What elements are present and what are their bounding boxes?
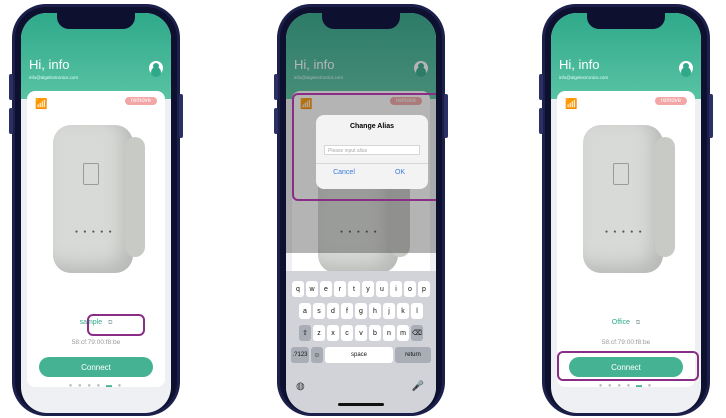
phone-3: Hi, info info@algelectronics.com 📶 remov… xyxy=(539,4,713,416)
user-email: info@algelectronics.com xyxy=(29,75,79,80)
highlight-dialog xyxy=(292,93,436,201)
phone-3-screen: Hi, info info@algelectronics.com 📶 remov… xyxy=(551,13,701,413)
connect-button[interactable]: Connect xyxy=(39,357,153,377)
page-indicator: ● ● ● ● ▬ ● xyxy=(68,383,124,389)
key-e[interactable]: e xyxy=(320,281,332,297)
user-account-icon[interactable] xyxy=(149,61,163,75)
device-alias[interactable]: Office ⧉ xyxy=(557,319,695,327)
charger-image: ● ● ● ● ● xyxy=(53,125,145,273)
device-mac: 58:cf:79:00:f8:be xyxy=(71,339,121,346)
key-c[interactable]: c xyxy=(341,325,353,341)
key-t[interactable]: t xyxy=(348,281,360,297)
globe-icon[interactable]: ◍ xyxy=(296,381,305,392)
user-email: info@algelectronics.com xyxy=(559,75,609,80)
key-q[interactable]: q xyxy=(292,281,304,297)
key-b[interactable]: b xyxy=(369,325,381,341)
key-p[interactable]: p xyxy=(418,281,430,297)
key-z[interactable]: z xyxy=(313,325,325,341)
charger-image: ● ● ● ● ● xyxy=(583,125,675,273)
key-j[interactable]: j xyxy=(383,303,395,319)
key-v[interactable]: v xyxy=(355,325,367,341)
key-o[interactable]: o xyxy=(404,281,416,297)
emoji-key[interactable]: ☺ xyxy=(311,347,323,363)
key-m[interactable]: m xyxy=(397,325,409,341)
keyboard: q w e r t y u i o p a s d f g h j k l ⇧ … xyxy=(286,271,436,413)
greeting: Hi, info xyxy=(559,57,600,72)
key-x[interactable]: x xyxy=(327,325,339,341)
remove-button[interactable]: remove xyxy=(124,97,157,105)
phone-2-screen: Hi, info info@algelectronics.com 📶 remov… xyxy=(286,13,436,413)
notch xyxy=(587,13,665,29)
phone-1-screen: Hi, info info@algelectronics.com 📶 remov… xyxy=(21,13,171,413)
key-l[interactable]: l xyxy=(411,303,423,319)
microphone-icon[interactable]: 🎤 xyxy=(412,381,424,392)
phone-1: Hi, info info@algelectronics.com 📶 remov… xyxy=(9,4,183,416)
alias-text: Office xyxy=(611,319,630,326)
wifi-icon: 📶 xyxy=(35,99,48,110)
highlight-alias xyxy=(87,314,145,336)
highlight-connect xyxy=(557,351,699,381)
numbers-key[interactable]: .?123 xyxy=(291,347,309,363)
return-key[interactable]: return xyxy=(395,347,431,363)
space-key[interactable]: space xyxy=(325,347,393,363)
key-g[interactable]: g xyxy=(355,303,367,319)
charger-leds: ● ● ● ● ● xyxy=(605,229,644,235)
key-y[interactable]: y xyxy=(362,281,374,297)
key-s[interactable]: s xyxy=(313,303,325,319)
shift-key[interactable]: ⇧ xyxy=(299,325,311,341)
page-indicator: ● ● ● ● ▬ ● xyxy=(598,383,654,389)
home-indicator xyxy=(338,403,384,406)
key-r[interactable]: r xyxy=(334,281,346,297)
device-card: 📶 remove ● ● ● ● ● sample ⧉ 58:cf:79:00:… xyxy=(27,91,165,389)
key-h[interactable]: h xyxy=(369,303,381,319)
key-a[interactable]: a xyxy=(299,303,311,319)
key-f[interactable]: f xyxy=(341,303,353,319)
key-k[interactable]: k xyxy=(397,303,409,319)
charger-logo-icon xyxy=(83,163,99,185)
remove-button[interactable]: remove xyxy=(654,97,687,105)
user-account-icon[interactable] xyxy=(679,61,693,75)
key-u[interactable]: u xyxy=(376,281,388,297)
notch xyxy=(322,13,400,29)
device-mac: 58:cf:79:00:f8:be xyxy=(601,339,651,346)
notch xyxy=(57,13,135,29)
device-card: 📶 remove ● ● ● ● ● Office ⧉ 58:cf:79:00:… xyxy=(557,91,695,389)
edit-icon[interactable]: ⧉ xyxy=(636,320,640,326)
key-d[interactable]: d xyxy=(327,303,339,319)
charger-logo-icon xyxy=(613,163,629,185)
charger-leds: ● ● ● ● ● xyxy=(75,229,114,235)
greeting: Hi, info xyxy=(29,57,70,72)
backspace-key[interactable]: ⌫ xyxy=(411,325,423,341)
key-i[interactable]: i xyxy=(390,281,402,297)
key-n[interactable]: n xyxy=(383,325,395,341)
wifi-icon: 📶 xyxy=(565,99,578,110)
phone-2: Hi, info info@algelectronics.com 📶 remov… xyxy=(274,4,448,416)
key-w[interactable]: w xyxy=(306,281,318,297)
